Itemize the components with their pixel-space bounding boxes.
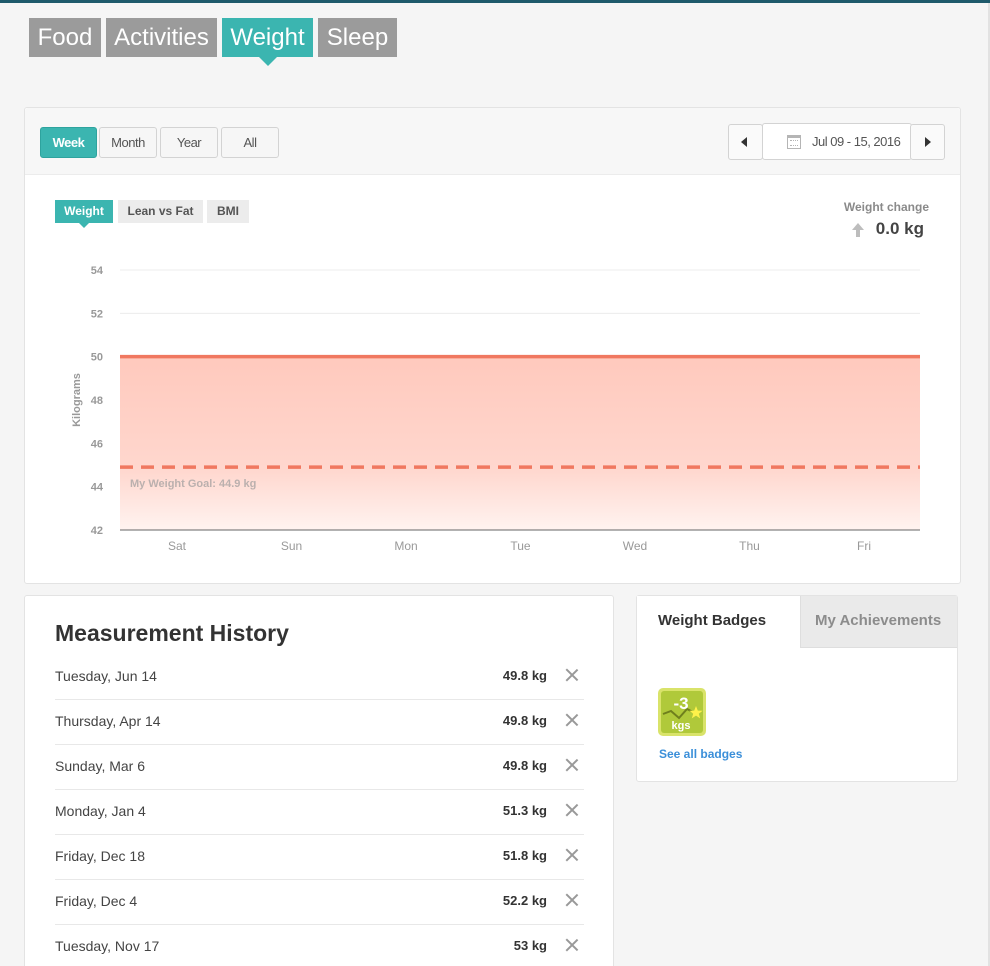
tab-activities[interactable]: Activities xyxy=(106,18,217,57)
y-tick-label: 54 xyxy=(91,265,104,277)
x-tick-label: Fri xyxy=(857,539,871,553)
x-tick-label: Wed xyxy=(623,539,647,553)
delete-icon[interactable] xyxy=(565,893,579,907)
history-value: 49.8 kg xyxy=(502,758,547,773)
history-title: Measurement History xyxy=(55,620,289,646)
x-tick-label: Thu xyxy=(739,539,760,553)
history-value: 49.8 kg xyxy=(502,713,547,728)
weight-badge-icon[interactable]: -3 kgs xyxy=(657,687,707,737)
goal-label: My Weight Goal: 44.9 kg xyxy=(130,478,256,490)
history-value: 53 kg xyxy=(513,938,547,953)
delete-icon[interactable] xyxy=(565,713,579,727)
history-row: Friday, Dec 18 51.8 kg xyxy=(55,835,584,880)
history-row: Sunday, Mar 6 49.8 kg xyxy=(55,745,584,790)
delete-icon[interactable] xyxy=(565,668,579,682)
y-tick-label: 42 xyxy=(91,525,103,537)
top-accent-line xyxy=(0,0,990,3)
history-value: 52.2 kg xyxy=(502,893,547,908)
tab-food[interactable]: Food xyxy=(29,18,101,57)
badge-unit: kgs xyxy=(672,720,691,732)
see-all-badges-link[interactable]: See all badges xyxy=(659,747,742,761)
series-area xyxy=(120,356,920,530)
x-tick-label: Tue xyxy=(510,539,531,553)
y-tick-label: 44 xyxy=(91,482,104,494)
x-tick-label: Sat xyxy=(168,539,187,553)
history-date: Friday, Dec 18 xyxy=(55,848,145,864)
x-tick-label: Mon xyxy=(394,539,417,553)
y-tick-label: 50 xyxy=(91,352,103,364)
tab-weight-badges[interactable]: Weight Badges xyxy=(637,596,800,648)
badges-panel: Weight Badges My Achievements -3 kgs See… xyxy=(636,595,958,782)
delete-icon[interactable] xyxy=(565,848,579,862)
weight-chart: 42 44 46 48 50 52 54 My Weight Goal: 44.9 kg Sat… xyxy=(71,265,920,553)
weight-chart-panel: Week Month Year All Jul 09 - 15, 2016 We… xyxy=(24,107,961,584)
history-value: 49.8 kg xyxy=(502,668,547,683)
badge-tabs: Weight Badges My Achievements xyxy=(637,596,957,648)
y-tick-label: 52 xyxy=(91,308,103,320)
history-row: Tuesday, Nov 17 53 kg xyxy=(55,925,584,966)
badge-number: -3 xyxy=(673,694,688,713)
x-tick-label: Sun xyxy=(281,539,302,553)
history-row: Thursday, Apr 14 49.8 kg xyxy=(55,700,584,745)
tab-sleep[interactable]: Sleep xyxy=(318,18,397,57)
tab-weight[interactable]: Weight xyxy=(222,18,313,66)
history-date: Friday, Dec 4 xyxy=(55,893,138,909)
history-row: Tuesday, Jun 14 49.8 kg xyxy=(55,655,584,700)
history-row: Friday, Dec 4 52.2 kg xyxy=(55,880,584,925)
measurement-history-panel: Measurement History Tuesday, Jun 14 49.8 … xyxy=(24,595,614,966)
history-row: Monday, Jan 4 51.3 kg xyxy=(55,790,584,835)
history-date: Monday, Jan 4 xyxy=(55,803,146,819)
tab-my-achievements[interactable]: My Achievements xyxy=(800,596,957,648)
history-date: Thursday, Apr 14 xyxy=(55,713,161,729)
y-axis-label: Kilograms xyxy=(71,373,83,427)
y-tick-label: 48 xyxy=(91,395,103,407)
history-date: Tuesday, Nov 17 xyxy=(55,938,160,954)
delete-icon[interactable] xyxy=(565,758,579,772)
delete-icon[interactable] xyxy=(565,803,579,817)
delete-icon[interactable] xyxy=(565,938,579,952)
history-date: Tuesday, Jun 14 xyxy=(55,668,157,684)
y-tick-label: 46 xyxy=(91,438,103,450)
history-value: 51.3 kg xyxy=(502,803,547,818)
history-date: Sunday, Mar 6 xyxy=(55,758,146,774)
history-value: 51.8 kg xyxy=(502,848,547,863)
